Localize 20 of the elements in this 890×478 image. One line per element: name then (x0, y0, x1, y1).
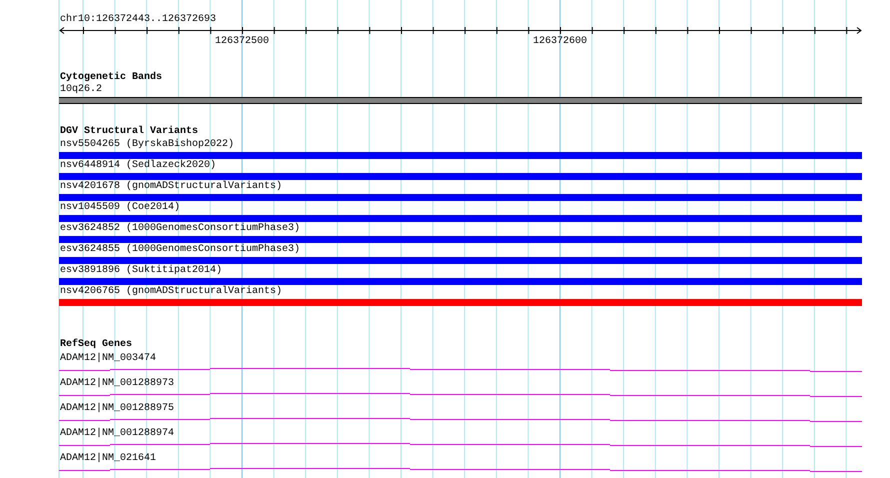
feature-label: esv3624852 (1000GenomesConsortiumPhase3) (60, 223, 300, 235)
feature-label: nsv1045509 (Coe2014) (60, 202, 180, 214)
chromosome-range: chr10:126372443..126372693 (60, 14, 216, 26)
track-title: DGV Structural Variants (60, 126, 198, 138)
feature-label: nsv6448914 (Sedlazeck2020) (60, 160, 216, 172)
feature-label: esv3624855 (1000GenomesConsortiumPhase3) (60, 244, 300, 256)
track-title: RefSeq Genes (60, 339, 132, 351)
track-title: Cytogenetic Bands (60, 72, 162, 84)
feature-label: nsv4201678 (gnomADStructuralVariants) (60, 181, 282, 193)
feature-label: ADAM12|NM_001288974 (60, 428, 174, 440)
feature-label: nsv5504265 (ByrskaBishop2022) (60, 139, 234, 151)
feature-label: ADAM12|NM_001288973 (60, 378, 174, 390)
feature-label: nsv4206765 (gnomADStructuralVariants) (60, 286, 282, 298)
feature-label: ADAM12|NM_001288975 (60, 403, 174, 415)
feature-label: esv3891896 (Suktitipat2014) (60, 265, 222, 277)
feature-label: ADAM12|NM_021641 (60, 453, 156, 465)
feature-label: ADAM12|NM_003474 (60, 353, 156, 365)
tick-label: 126372600 (533, 36, 587, 48)
tick-label: 126372500 (215, 36, 269, 48)
feature-label: 10q26.2 (60, 84, 102, 96)
